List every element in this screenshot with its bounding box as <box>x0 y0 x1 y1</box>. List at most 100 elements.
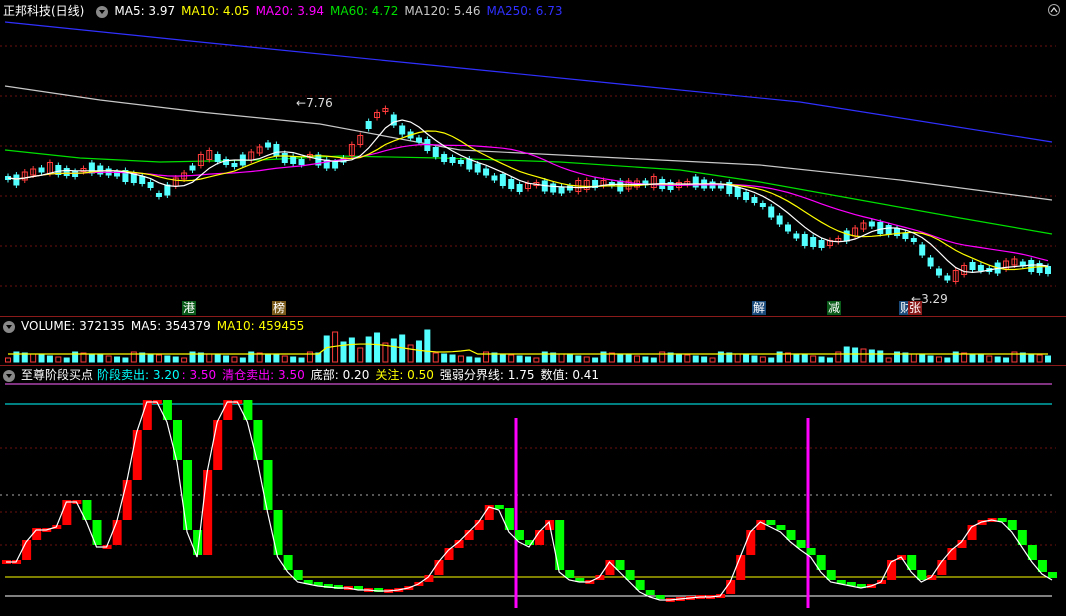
volume-bar <box>986 355 993 363</box>
volume-bar <box>88 353 95 363</box>
volume-bar <box>927 355 934 363</box>
indicator-bar <box>22 540 32 560</box>
volume-bar <box>734 353 741 363</box>
candle-body <box>63 168 70 176</box>
candle-body <box>759 203 766 207</box>
event-tag-jie[interactable]: 解 <box>752 301 767 315</box>
volume-bar <box>910 353 917 363</box>
volume-ma10: MA10: 459455 <box>216 319 305 333</box>
volume-bar <box>172 356 179 363</box>
volume-bar <box>575 355 582 363</box>
volume-bar <box>449 354 456 363</box>
candle-body <box>919 244 926 256</box>
candle-body <box>365 121 372 129</box>
indicator-bar <box>766 520 776 525</box>
collapse-up-icon[interactable] <box>1048 4 1060 16</box>
high-price-label: ←7.76 <box>296 96 333 110</box>
candle-body <box>457 160 464 164</box>
candlesticks[interactable] <box>5 105 1051 285</box>
volume-bar <box>97 354 104 363</box>
candle-body <box>969 262 976 270</box>
indicator-bars[interactable] <box>2 400 1057 602</box>
candle-body <box>927 257 934 267</box>
indicator-bar <box>625 570 635 580</box>
volume-value: VOLUME: 372135 <box>21 319 125 333</box>
volume-bar <box>457 355 464 363</box>
dropdown-icon[interactable] <box>96 5 109 18</box>
focus-value: 关注: 0.50 <box>375 368 434 382</box>
indicator-bar <box>776 525 786 530</box>
volume-bar <box>441 353 448 363</box>
volume-bar <box>38 354 45 363</box>
indicator-bar <box>263 460 273 510</box>
candle-body <box>155 193 162 197</box>
volume-bar <box>692 355 699 363</box>
volume-bar <box>885 357 892 363</box>
volume-bar <box>55 356 62 363</box>
volume-bar <box>281 355 288 363</box>
candle-body <box>72 171 79 177</box>
indicator-bar <box>555 520 565 570</box>
candle-body <box>785 224 791 232</box>
clear-sell-value: 清仓卖出: 3.50 <box>222 368 305 382</box>
candle-body <box>910 238 917 242</box>
volume-bar <box>357 347 364 363</box>
candle-body <box>214 154 221 162</box>
volume-bar <box>214 354 221 363</box>
candle-body <box>13 174 20 186</box>
candle-body <box>768 206 775 218</box>
ma250-value: MA250: 6.73 <box>486 4 563 18</box>
indicator-bar <box>887 560 897 580</box>
volume-bar <box>290 356 297 363</box>
low-price-value: 3.29 <box>921 292 948 306</box>
volume-bar <box>977 354 984 363</box>
candle-body <box>474 163 481 173</box>
ma10-line <box>7 130 1048 271</box>
candle-body <box>977 265 984 271</box>
volume-ma10-path <box>8 343 1048 355</box>
indicator-bar <box>746 530 756 555</box>
indicator-bar <box>655 595 665 599</box>
candle-body <box>751 197 758 203</box>
candle-body <box>290 156 297 164</box>
volume-bar <box>935 356 942 363</box>
volume-bar <box>239 357 246 363</box>
volume-bar <box>566 354 573 363</box>
volume-bar <box>860 348 867 363</box>
candle-body <box>801 234 808 246</box>
volume-bar <box>642 356 649 363</box>
candle-body <box>281 153 288 163</box>
ma250-path <box>4 21 1053 143</box>
volume-bar <box>1003 357 1010 363</box>
candle-body <box>38 167 45 173</box>
indicator-bar <box>293 570 303 580</box>
volume-bar <box>533 357 540 363</box>
candle-body <box>1045 266 1051 274</box>
candle-body <box>902 233 909 239</box>
volume-bar <box>105 355 112 363</box>
event-tag-jian[interactable]: 减 <box>827 301 842 315</box>
event-tag-bang[interactable]: 榜 <box>272 301 287 315</box>
indicator-bar <box>917 570 927 580</box>
candle-body <box>868 221 875 227</box>
candle-body <box>743 192 750 200</box>
ma60-path <box>4 149 1053 235</box>
event-tag-gang[interactable]: 港 <box>182 301 197 315</box>
volume-bar <box>390 338 397 363</box>
indicator-bar <box>273 510 283 555</box>
event-tag-zhang[interactable]: 张 <box>908 301 923 315</box>
volume-ma5: MA5: 354379 <box>130 319 211 333</box>
volume-bar <box>46 355 53 363</box>
volume-bar <box>743 354 750 363</box>
candle-body <box>139 176 146 184</box>
dropdown-icon[interactable] <box>3 369 15 382</box>
main-grid <box>0 45 1056 287</box>
volume-bar <box>558 353 565 363</box>
volume-bar <box>348 337 355 363</box>
extra-value: : 3.50 <box>181 368 217 382</box>
dropdown-icon[interactable] <box>3 320 15 333</box>
volume-bar <box>801 354 808 363</box>
candle-body <box>415 137 422 143</box>
volume-bar <box>1036 354 1043 363</box>
candle-body <box>499 174 506 186</box>
